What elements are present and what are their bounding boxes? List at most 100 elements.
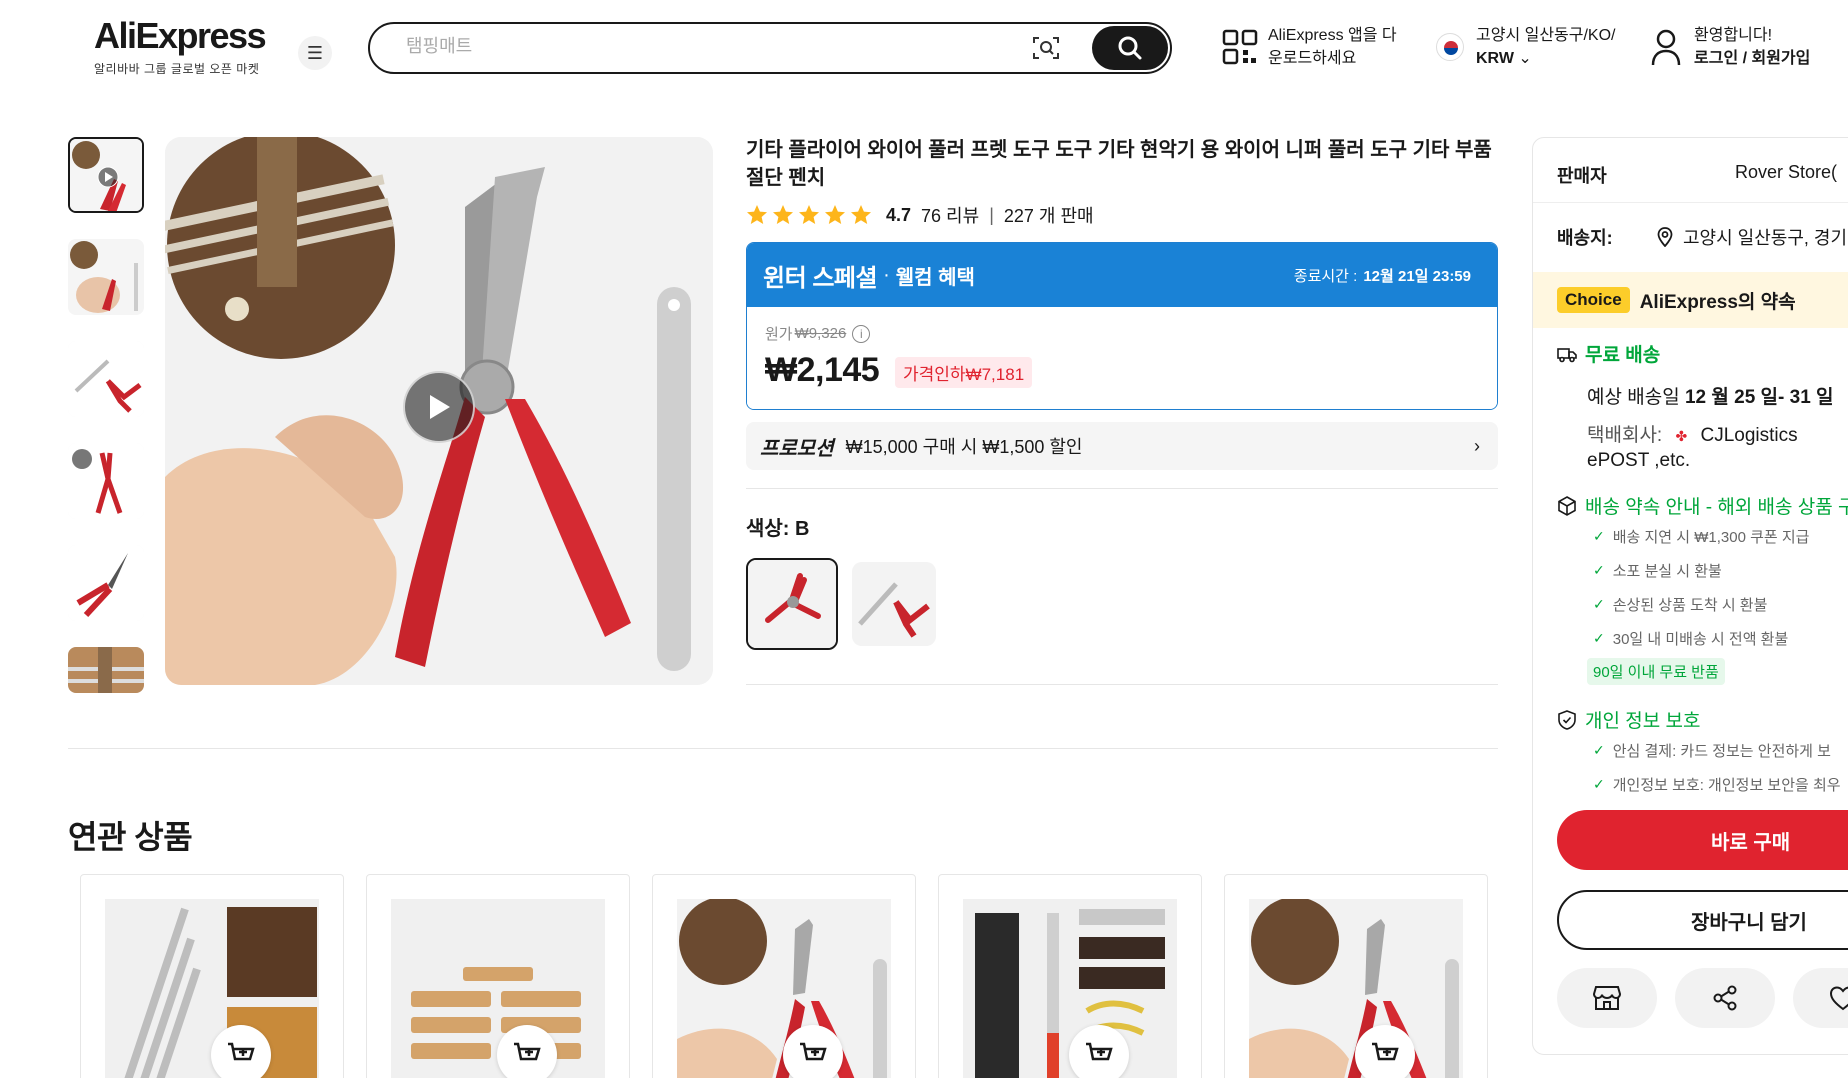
divider xyxy=(1533,202,1848,203)
ship-to-selector[interactable]: 고양시 일산동구, 경기 xyxy=(1657,224,1847,250)
related-product-card[interactable] xyxy=(652,874,916,1078)
welcome-text: 환영합니다! xyxy=(1694,27,1773,44)
cart-plus-icon xyxy=(1086,1042,1113,1061)
app-download-line1: AliExpress 앱을 다 xyxy=(1268,27,1397,44)
carrier-more: ePOST ,etc. xyxy=(1587,450,1691,471)
free-return-badge: 90일 이내 무료 반품 xyxy=(1587,658,1725,685)
store-button[interactable] xyxy=(1557,968,1657,1028)
add-to-cart-button[interactable] xyxy=(211,1025,271,1078)
chevron-down-icon: ⌄ xyxy=(1518,50,1532,67)
seller-label: 판매자 xyxy=(1557,166,1607,186)
delivery-date: 12 월 25 일- 31 일 xyxy=(1684,387,1834,408)
add-to-cart-button[interactable] xyxy=(497,1025,557,1078)
check-icon: ✓ xyxy=(1593,562,1605,578)
color-label: 색상: B xyxy=(746,518,810,540)
related-product-card[interactable] xyxy=(80,874,344,1078)
related-product-card[interactable] xyxy=(938,874,1202,1078)
location-pin-icon xyxy=(1657,227,1673,247)
play-icon xyxy=(430,395,450,419)
color-option-a[interactable] xyxy=(852,562,936,646)
delivery-prefix: 예상 배송일 xyxy=(1587,387,1680,408)
thumbnail-image[interactable] xyxy=(68,443,144,519)
thumbnail-image[interactable] xyxy=(68,647,144,693)
cart-plus-icon xyxy=(228,1042,255,1061)
star-icon xyxy=(747,205,767,224)
promise-item: ✓ 30일 내 미배송 시 전액 환불 xyxy=(1593,628,1788,649)
privacy-text: 개인 정보 보호 xyxy=(1585,711,1701,732)
share-icon xyxy=(1713,985,1737,1011)
truck-icon xyxy=(1557,347,1577,362)
star-icon xyxy=(773,205,793,224)
deal-name: 윈터 스페셜 xyxy=(763,264,878,292)
check-icon: ✓ xyxy=(1593,596,1605,612)
promise-item-text: 30일 내 미배송 시 전액 환불 xyxy=(1612,631,1789,648)
color-option-image xyxy=(852,562,936,646)
delivery-promise-heading[interactable]: 배송 약속 안내 - 해외 배송 상품 구 xyxy=(1557,492,1848,519)
review-count-link[interactable]: 76 리뷰 xyxy=(921,202,979,228)
related-product-card[interactable] xyxy=(366,874,630,1078)
deal-countdown: 종료시간 : 12월 21일 23:59 xyxy=(1294,265,1471,286)
deal-box: 윈터 스페셜 · 웰컴 혜택 종료시간 : 12월 21일 23:59 원가 ₩9… xyxy=(746,242,1498,410)
thumbnail-image[interactable] xyxy=(68,545,144,621)
qr-code-icon xyxy=(1222,29,1258,65)
login-signup-link[interactable]: 로그인 / 회원가입 xyxy=(1694,47,1810,70)
privacy-item: ✓ 안심 결제: 카드 정보는 안전하게 보 xyxy=(1593,740,1831,761)
free-shipping-heading: 무료 배송 xyxy=(1557,340,1660,367)
carrier-label: 택배회사: xyxy=(1587,425,1663,446)
related-product-card[interactable] xyxy=(1224,874,1488,1078)
info-icon[interactable]: i xyxy=(852,324,871,343)
check-icon: ✓ xyxy=(1593,776,1605,792)
user-icon xyxy=(1651,29,1681,66)
cart-plus-icon xyxy=(514,1042,541,1061)
account-menu[interactable]: 환영합니다! 로그인 / 회원가입 xyxy=(1650,24,1810,70)
logo-tagline: 알리바바 그룹 글로벌 오픈 마켓 xyxy=(94,62,260,76)
app-download-link[interactable]: AliExpress 앱을 다 운로드하세요 xyxy=(1222,24,1397,70)
promotion-row[interactable]: 프로모션 ₩15,000 구매 시 ₩1,500 할인 › xyxy=(746,422,1498,470)
region-currency-selector[interactable]: 고양시 일산동구/KO/ KRW ⌄ xyxy=(1436,24,1616,70)
buy-now-button[interactable]: 바로 구매 xyxy=(1557,810,1848,870)
color-option-b[interactable] xyxy=(746,558,838,650)
check-icon: ✓ xyxy=(1593,630,1605,646)
rating-score: 4.7 xyxy=(886,204,912,225)
currency-text: KRW xyxy=(1476,50,1514,67)
add-to-cart-button[interactable]: 장바구니 담기 xyxy=(1557,890,1848,950)
main-product-image[interactable] xyxy=(165,137,713,685)
wishlist-button[interactable] xyxy=(1793,968,1848,1028)
box-icon xyxy=(1558,495,1576,516)
ship-to-value: 고양시 일산동구, 경기 xyxy=(1683,228,1848,248)
promotion-label: 프로모션 xyxy=(760,437,834,460)
play-video-button[interactable] xyxy=(403,371,475,443)
deal-banner: 윈터 스페셜 · 웰컴 혜택 종료시간 : 12월 21일 23:59 xyxy=(747,243,1497,307)
discount-badge: 가격인하₩7,181 xyxy=(895,357,1033,388)
image-search-icon[interactable] xyxy=(1032,35,1060,61)
shield-icon xyxy=(1558,709,1576,730)
seller-name-link[interactable]: Rover Store( xyxy=(1735,162,1837,183)
deal-ends-value: 12월 21일 23:59 xyxy=(1363,268,1471,285)
thumbnail-image[interactable] xyxy=(68,239,144,315)
search-input[interactable] xyxy=(406,36,1006,57)
original-price-value: ₩9,326 xyxy=(794,325,847,342)
deal-subtitle: 웰컴 혜택 xyxy=(895,266,975,289)
promise-item: ✓ 손상된 상품 도착 시 환불 xyxy=(1593,594,1767,615)
app-download-line2: 운로드하세요 xyxy=(1268,50,1357,67)
original-price: 원가 ₩9,326 i xyxy=(765,323,871,344)
carrier-info: 택배회사: ✤ CJLogistics xyxy=(1587,420,1798,447)
promise-item-text: 배송 지연 시 ₩1,300 쿠폰 지급 xyxy=(1612,529,1810,546)
privacy-heading[interactable]: 개인 정보 보호 xyxy=(1557,706,1700,733)
choice-promise-text: AliExpress의 약속 xyxy=(1639,291,1796,313)
region-text: 고양시 일산동구/KO/ xyxy=(1476,27,1616,44)
aliexpress-logo[interactable]: AliExpress 알리바바 그룹 글로벌 오픈 마켓 xyxy=(94,15,267,77)
thumbnail-image[interactable] xyxy=(68,341,144,417)
thumbnail-video[interactable] xyxy=(68,137,144,213)
search-button[interactable] xyxy=(1092,26,1168,70)
divider xyxy=(68,748,1498,749)
add-to-cart-button[interactable] xyxy=(783,1025,843,1078)
delivery-promise-text: 배송 약속 안내 - 해외 배송 상품 구 xyxy=(1585,497,1848,518)
chevron-right-icon: › xyxy=(1474,436,1480,456)
menu-icon[interactable]: ☰ xyxy=(298,36,332,70)
logo-wordmark: AliExpress xyxy=(94,15,267,56)
share-button[interactable] xyxy=(1675,968,1775,1028)
deal-dot: · xyxy=(883,263,890,286)
add-to-cart-button[interactable] xyxy=(1069,1025,1129,1078)
add-to-cart-button[interactable] xyxy=(1355,1025,1415,1078)
